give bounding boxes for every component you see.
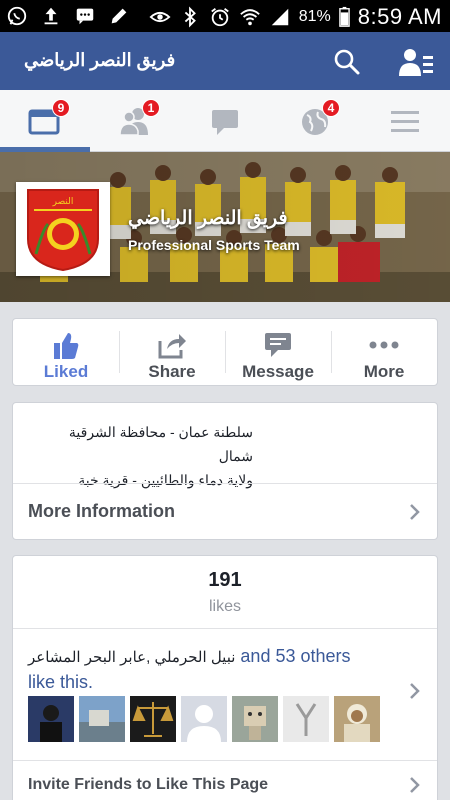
more-dots-icon — [369, 341, 399, 349]
tab-bar: 9 1 4 — [0, 90, 450, 152]
about-line-1: سلطنة عمان - محافظة الشرقية شمال — [68, 424, 253, 464]
share-label: Share — [148, 362, 196, 381]
message-icon — [265, 333, 291, 357]
others-count: and 53 others — [235, 646, 351, 666]
divider — [13, 483, 437, 484]
news-feed-badge: 9 — [52, 99, 70, 117]
friends-list-icon[interactable] — [398, 46, 434, 78]
status-bar: 81% 8:59 AM — [0, 0, 450, 32]
chevron-right-icon — [410, 683, 420, 699]
chevron-right-icon — [410, 777, 420, 793]
more-label: More — [363, 362, 405, 381]
profile-picture[interactable]: النصر — [16, 182, 110, 276]
avatar[interactable] — [334, 696, 380, 742]
likes-label: likes — [208, 598, 241, 615]
liked-button[interactable]: Liked — [13, 319, 119, 385]
messages-icon — [212, 110, 238, 135]
friend-avatars — [28, 696, 380, 742]
edit-icon — [111, 8, 127, 24]
team-logo: النصر — [18, 184, 108, 274]
friend-names: نبيل الحرملي ,عابر البحر المشاعر — [28, 649, 236, 666]
bluetooth-icon — [184, 6, 196, 28]
battery-level: 81% — [298, 8, 331, 25]
more-information-link[interactable]: More Information — [28, 501, 175, 522]
wifi-icon — [239, 9, 260, 26]
likes-count: 191 — [208, 569, 242, 591]
battery-icon — [339, 6, 350, 27]
menu-icon — [391, 111, 419, 132]
tab-news-feed[interactable]: 9 — [0, 90, 90, 152]
tab-menu[interactable] — [360, 90, 450, 152]
notifications-badge: 4 — [322, 99, 340, 117]
friends-who-like[interactable]: نبيل الحرملي ,عابر البحر المشاعر and 53 … — [28, 644, 398, 694]
search-icon[interactable] — [333, 48, 361, 76]
clock: 8:59 AM — [357, 4, 442, 29]
friend-requests-badge: 1 — [142, 99, 160, 117]
page-actions: Liked Share Message More — [12, 318, 438, 386]
divider — [13, 760, 437, 761]
likes-card: 191 likes نبيل الحرملي ,عابر البحر المشا… — [12, 555, 438, 800]
liked-label: Liked — [43, 362, 89, 381]
tab-notifications[interactable]: 4 — [270, 90, 360, 152]
chevron-right-icon — [410, 504, 420, 520]
messages-icon — [76, 8, 94, 25]
about-line-2: ولاية دماء والطائيين - قرية خبة — [78, 472, 253, 488]
avatar[interactable] — [283, 696, 329, 742]
page-title: فريق النصر الرياضي — [24, 50, 176, 70]
avatar[interactable] — [79, 696, 125, 742]
avatar[interactable] — [181, 696, 227, 742]
eye-icon — [149, 11, 171, 23]
divider — [13, 628, 437, 629]
invite-friends-link[interactable]: Invite Friends to Like This Page — [28, 776, 268, 794]
about-location: سلطنة عمان - محافظة الشرقية شمال ولاية د… — [33, 420, 423, 492]
message-label: Message — [242, 362, 314, 381]
about-card: سلطنة عمان - محافظة الشرقية شمال ولاية د… — [12, 402, 438, 540]
logo-lettering: النصر — [52, 197, 74, 207]
avatar[interactable] — [130, 696, 176, 742]
whatsapp-icon — [7, 6, 27, 26]
message-button[interactable]: Message — [225, 319, 331, 385]
page-name: فريق النصر الرياضي — [128, 208, 288, 229]
share-icon — [158, 334, 186, 359]
page-category: Professional Sports Team — [128, 237, 300, 253]
tab-friend-requests[interactable]: 1 — [90, 90, 180, 152]
upload-icon — [44, 7, 58, 25]
avatar[interactable] — [232, 696, 278, 742]
signal-icon — [271, 8, 288, 26]
app-header: فريق النصر الرياضي — [0, 32, 450, 90]
alarm-icon — [210, 8, 229, 27]
share-button[interactable]: Share — [119, 319, 225, 385]
tab-messages[interactable] — [180, 90, 270, 152]
more-button[interactable]: More — [331, 319, 437, 385]
cover-photo[interactable]: النصر فريق النصر الرياضي Professional Sp… — [0, 152, 450, 302]
avatar[interactable] — [28, 696, 74, 742]
thumbs-up-icon — [54, 333, 79, 359]
like-this-text: like this. — [28, 672, 94, 692]
